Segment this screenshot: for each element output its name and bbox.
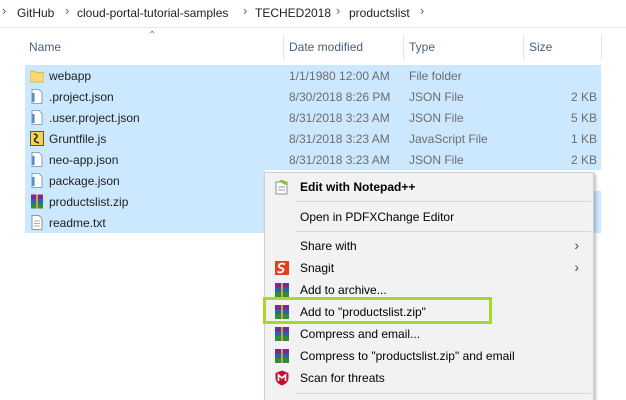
- file-name: neo-app.json: [49, 153, 119, 167]
- js-file-icon: [30, 131, 44, 146]
- text-file-icon: [31, 215, 43, 230]
- breadcrumb-item-teched[interactable]: TECHED2018: [255, 6, 331, 20]
- file-date: 8/31/2018 3:23 AM: [289, 153, 390, 167]
- column-header-size[interactable]: Size: [529, 40, 552, 54]
- chevron-right-icon[interactable]: ›: [243, 3, 247, 18]
- column-header-name[interactable]: Name: [29, 40, 61, 54]
- chevron-right-icon: ›: [574, 237, 579, 253]
- column-header-type[interactable]: Type: [409, 40, 435, 54]
- file-name: package.json: [49, 174, 120, 188]
- file-date: 8/30/2018 8:26 PM: [289, 90, 391, 104]
- mcafee-shield-icon: [275, 370, 289, 386]
- menu-item-label: Add to archive...: [300, 283, 387, 297]
- file-name: productslist.zip: [49, 195, 129, 209]
- file-name: .user.project.json: [49, 111, 140, 125]
- breadcrumb: › GitHub › cloud-portal-tutorial-samples…: [0, 0, 626, 28]
- folder-icon: [30, 70, 44, 83]
- menu-item-label: Open in PDFXChange Editor: [300, 210, 455, 224]
- file-name: Gruntfile.js: [49, 132, 107, 146]
- file-type: File folder: [409, 69, 462, 83]
- file-row[interactable]: .project.json 8/30/2018 8:26 PM JSON Fil…: [25, 86, 601, 107]
- column-divider[interactable]: [403, 34, 404, 60]
- file-size: 2 KB: [570, 90, 597, 104]
- file-row[interactable]: neo-app.json 8/31/2018 3:23 AM JSON File…: [25, 149, 601, 170]
- file-row[interactable]: webapp 1/1/1980 12:00 AM File folder: [25, 65, 601, 86]
- winrar-icon: [275, 283, 289, 297]
- winrar-icon: [275, 327, 289, 341]
- menu-item-compress-and-email[interactable]: Compress and email...: [265, 323, 593, 345]
- column-divider[interactable]: [523, 34, 524, 60]
- breadcrumb-item-productslist[interactable]: productslist: [349, 6, 410, 20]
- chevron-right-icon[interactable]: ›: [65, 3, 69, 18]
- annotation-highlight-box: [263, 297, 492, 324]
- file-row[interactable]: .user.project.json 8/31/2018 3:23 AM JSO…: [25, 107, 601, 128]
- file-row[interactable]: Gruntfile.js 8/31/2018 3:23 AM JavaScrip…: [25, 128, 601, 149]
- json-file-icon: [31, 110, 43, 125]
- menu-item-scan-for-threats[interactable]: Scan for threats: [265, 367, 593, 389]
- menu-item-label: Compress and email...: [300, 327, 421, 341]
- file-date: 1/1/1980 12:00 AM: [289, 69, 390, 83]
- column-divider[interactable]: [283, 34, 284, 60]
- menu-item-open-pdfxchange[interactable]: Open in PDFXChange Editor: [265, 206, 593, 228]
- json-file-icon: [31, 89, 43, 104]
- file-name: .project.json: [49, 90, 114, 104]
- column-divider[interactable]: [601, 34, 602, 60]
- json-file-icon: [31, 173, 43, 188]
- breadcrumb-item-github[interactable]: GitHub: [17, 6, 54, 20]
- json-file-icon: [31, 152, 43, 167]
- file-size: 5 KB: [570, 111, 597, 125]
- chevron-right-icon[interactable]: ›: [336, 3, 340, 18]
- menu-item-share-with[interactable]: Share with ›: [265, 235, 593, 257]
- file-type: JSON File: [409, 153, 464, 167]
- file-name: readme.txt: [49, 216, 106, 230]
- file-type: JSON File: [409, 90, 464, 104]
- menu-item-label: Compress to "productslist.zip" and email: [300, 349, 515, 363]
- notepadpp-icon: [275, 179, 288, 195]
- column-header-date[interactable]: Date modified: [289, 40, 363, 54]
- menu-item-edit-notepadpp[interactable]: Edit with Notepad++: [265, 176, 593, 198]
- menu-item-label: Snagit: [300, 261, 335, 275]
- file-date: 8/31/2018 3:23 AM: [289, 111, 390, 125]
- winrar-archive-icon: [31, 194, 43, 209]
- chevron-right-icon: ›: [2, 3, 7, 18]
- breadcrumb-item-samples[interactable]: cloud-portal-tutorial-samples: [77, 6, 228, 20]
- file-type: JSON File: [409, 111, 464, 125]
- file-type: JavaScript File: [409, 132, 488, 146]
- chevron-right-icon: ›: [574, 259, 579, 275]
- menu-item-compress-to-zip-and-email[interactable]: Compress to "productslist.zip" and email: [265, 345, 593, 367]
- menu-item-label: Edit with Notepad++: [300, 180, 416, 194]
- file-name: webapp: [49, 69, 92, 83]
- menu-separator: [295, 201, 591, 202]
- file-size: 2 KB: [570, 153, 597, 167]
- sort-ascending-icon: ⌃: [148, 30, 157, 41]
- snagit-icon: [275, 261, 289, 275]
- menu-item-label: Scan for threats: [300, 371, 385, 385]
- file-date: 8/31/2018 3:23 AM: [289, 132, 390, 146]
- context-menu: Edit with Notepad++ Open in PDFXChange E…: [264, 172, 594, 400]
- menu-separator: [295, 393, 591, 394]
- menu-item-snagit[interactable]: Snagit ›: [265, 257, 593, 279]
- chevron-right-icon[interactable]: ›: [420, 3, 424, 18]
- menu-separator: [295, 231, 591, 232]
- file-size: 1 KB: [570, 132, 597, 146]
- winrar-icon: [275, 349, 289, 363]
- menu-item-label: Share with: [300, 239, 357, 253]
